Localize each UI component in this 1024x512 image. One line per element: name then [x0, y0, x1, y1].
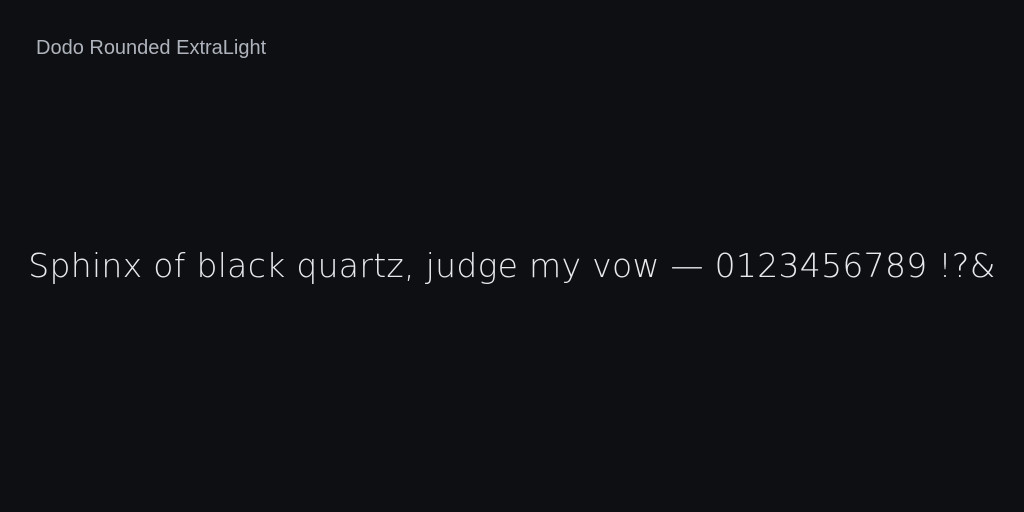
- specimen-text: Sphinx of black quartz, judge my vow — 0…: [28, 246, 996, 285]
- font-name-label: Dodo Rounded ExtraLight: [36, 37, 267, 59]
- font-preview-canvas: Dodo Rounded ExtraLight Sphinx of black …: [0, 0, 1024, 512]
